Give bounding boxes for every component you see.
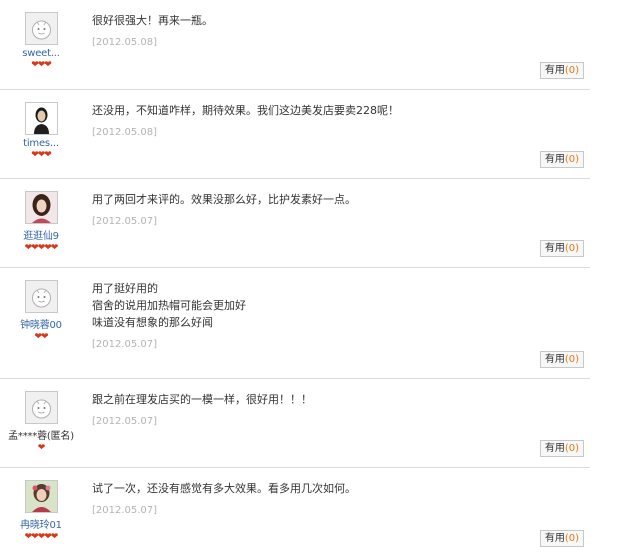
review-text-line: 跟之前在理发店买的一模一样，很好用！！！: [92, 393, 312, 406]
useful-count: (0): [564, 354, 579, 365]
useful-label: 有用: [544, 533, 565, 544]
review-text: 跟之前在理发店买的一模一样，很好用！！！: [92, 391, 572, 408]
useful-button[interactable]: 有用(0): [539, 440, 584, 457]
username-link[interactable]: 逛逛仙9: [0, 227, 82, 242]
rank-hearts-icon: ❤: [37, 443, 46, 453]
review-content: 用了两回才来评的。效果没那么好，比护发素好一点。 [2012.05.07]: [92, 191, 572, 227]
review-author: 逛逛仙9 ❤❤❤❤❤: [0, 191, 82, 253]
review-content: 还没用，不知道咋样，期待效果。我们这边美发店要卖228呢！ [2012.05.0…: [92, 102, 572, 138]
user-photo-avatar[interactable]: [24, 191, 58, 224]
rank-hearts-icon: ❤❤❤❤❤: [24, 532, 59, 542]
review-date: [2012.05.07]: [92, 505, 158, 516]
review-item: 冉晓玲01 ❤❤❤❤❤ 试了一次，还没有感觉有多大效果。看多用几次如何。 [20…: [0, 468, 590, 557]
username-link[interactable]: times...: [0, 138, 82, 149]
review-text-line: 试了一次，还没有感觉有多大效果。看多用几次如何。: [92, 482, 356, 495]
useful-count: (0): [564, 443, 579, 454]
rank-hearts-icon: ❤❤❤: [31, 60, 52, 70]
username-link[interactable]: 冉晓玲01: [0, 516, 82, 531]
review-date: [2012.05.07]: [92, 216, 158, 227]
useful-label: 有用: [544, 154, 565, 165]
useful-label: 有用: [544, 65, 565, 76]
default-avatar-icon[interactable]: [24, 391, 58, 424]
user-photo-avatar[interactable]: [24, 480, 58, 513]
useful-label: 有用: [544, 243, 565, 254]
review-author: 冉晓玲01 ❤❤❤❤❤: [0, 480, 82, 542]
review-author: times... ❤❤❤: [0, 102, 82, 160]
useful-count: (0): [564, 65, 579, 76]
useful-button[interactable]: 有用(0): [539, 151, 584, 168]
review-item: times... ❤❤❤ 还没用，不知道咋样，期待效果。我们这边美发店要卖228…: [0, 90, 590, 179]
review-date: [2012.05.08]: [92, 127, 158, 138]
username-link[interactable]: sweet...: [0, 48, 82, 59]
review-author: 孟****蓉(匿名) ❤: [0, 391, 82, 453]
useful-button[interactable]: 有用(0): [539, 240, 584, 257]
review-content: 用了挺好用的 宿舍的说用加热帽可能会更加好 味道没有想象的那么好闻 [2012.…: [92, 280, 572, 350]
username-link[interactable]: 钟晓蓉00: [0, 316, 82, 331]
default-avatar-icon[interactable]: [24, 12, 58, 45]
useful-button[interactable]: 有用(0): [539, 62, 584, 79]
review-author: 钟晓蓉00 ❤❤: [0, 280, 82, 342]
review-text: 很好很强大！再来一瓶。: [92, 12, 572, 29]
useful-button[interactable]: 有用(0): [539, 530, 584, 547]
useful-button[interactable]: 有用(0): [539, 351, 584, 368]
review-text-line: 宿舍的说用加热帽可能会更加好: [92, 299, 246, 312]
default-avatar-icon[interactable]: [24, 280, 58, 313]
useful-count: (0): [564, 243, 579, 254]
useful-count: (0): [564, 154, 579, 165]
review-item: 孟****蓉(匿名) ❤ 跟之前在理发店买的一模一样，很好用！！！ [2012.…: [0, 379, 590, 468]
review-list: sweet... ❤❤❤ 很好很强大！再来一瓶。 [2012.05.08] 有用…: [0, 0, 620, 557]
useful-label: 有用: [544, 354, 565, 365]
review-date: [2012.05.07]: [92, 416, 158, 427]
review-author: sweet... ❤❤❤: [0, 12, 82, 70]
review-text: 用了两回才来评的。效果没那么好，比护发素好一点。: [92, 191, 572, 208]
review-date: [2012.05.07]: [92, 339, 158, 350]
rank-hearts-icon: ❤❤❤: [31, 150, 52, 160]
review-content: 跟之前在理发店买的一模一样，很好用！！！ [2012.05.07]: [92, 391, 572, 427]
review-text: 还没用，不知道咋样，期待效果。我们这边美发店要卖228呢！: [92, 102, 572, 119]
rank-hearts-icon: ❤❤: [34, 332, 48, 342]
review-text: 用了挺好用的 宿舍的说用加热帽可能会更加好 味道没有想象的那么好闻: [92, 280, 572, 331]
useful-count: (0): [564, 533, 579, 544]
review-text-line: 用了挺好用的: [92, 282, 158, 295]
review-text-line: 很好很强大！再来一瓶。: [92, 14, 213, 27]
review-text-line: 用了两回才来评的。效果没那么好，比护发素好一点。: [92, 193, 356, 206]
review-item: sweet... ❤❤❤ 很好很强大！再来一瓶。 [2012.05.08] 有用…: [0, 0, 590, 90]
review-content: 试了一次，还没有感觉有多大效果。看多用几次如何。 [2012.05.07]: [92, 480, 572, 516]
review-item: 钟晓蓉00 ❤❤ 用了挺好用的 宿舍的说用加热帽可能会更加好 味道没有想象的那么…: [0, 268, 590, 379]
review-date: [2012.05.08]: [92, 37, 158, 48]
review-text-line: 味道没有想象的那么好闻: [92, 316, 213, 329]
username-anonymous: 孟****蓉(匿名): [8, 431, 74, 442]
useful-label: 有用: [544, 443, 565, 454]
user-photo-avatar[interactable]: [24, 102, 58, 135]
review-content: 很好很强大！再来一瓶。 [2012.05.08]: [92, 12, 572, 48]
review-item: 逛逛仙9 ❤❤❤❤❤ 用了两回才来评的。效果没那么好，比护发素好一点。 [201…: [0, 179, 590, 268]
review-text: 试了一次，还没有感觉有多大效果。看多用几次如何。: [92, 480, 572, 497]
review-text-line: 还没用，不知道咋样，期待效果。我们这边美发店要卖228呢！: [92, 104, 399, 117]
rank-hearts-icon: ❤❤❤❤❤: [24, 243, 59, 253]
